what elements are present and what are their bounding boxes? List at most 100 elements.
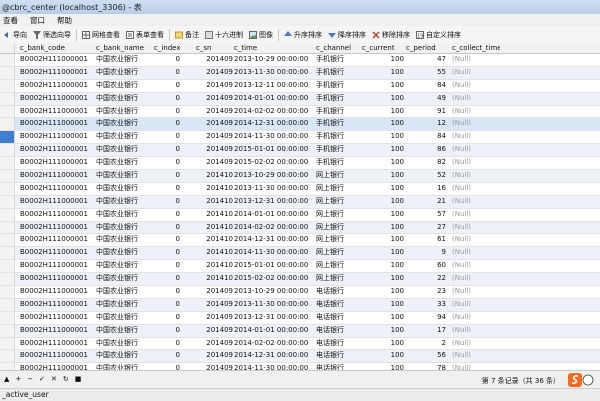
cell-current[interactable]: 100 — [362, 286, 404, 298]
cell-time[interactable]: 2014-01-01 00:00:00 — [234, 209, 310, 221]
cell-current[interactable]: 100 — [362, 209, 404, 221]
table-row[interactable]: B0002H111000001 中国农业银行 0 201409 2013-12-11 0… — [0, 79, 600, 93]
cell-current[interactable]: 100 — [362, 350, 404, 362]
cell-period[interactable]: 9 — [406, 247, 446, 259]
cell-channel[interactable]: 电话银行 — [316, 363, 360, 370]
row-gutter[interactable] — [0, 260, 15, 273]
cell-current[interactable]: 100 — [362, 157, 404, 169]
cell-sn[interactable]: 201410 — [196, 170, 233, 182]
cell-period[interactable]: 84 — [406, 131, 446, 143]
cell-index[interactable]: 0 — [154, 286, 180, 298]
cell-period[interactable]: 21 — [406, 196, 446, 208]
cell-sn[interactable]: 201410 — [196, 183, 233, 195]
cell-time[interactable]: 2014-12-31 00:00:00 — [234, 350, 310, 362]
table-row[interactable]: B0002H111000001 中国农业银行 0 201410 2014-01-01 0… — [0, 208, 600, 222]
cell-collect-time[interactable]: (Null) — [452, 106, 500, 118]
column-header-bank-name[interactable]: c_bank_name — [96, 43, 152, 53]
cell-sn[interactable]: 201409 — [196, 363, 233, 370]
cell-period[interactable]: 57 — [406, 209, 446, 221]
cell-period[interactable]: 22 — [406, 273, 446, 285]
row-gutter[interactable] — [0, 54, 15, 66]
cell-bank-code[interactable]: B0002H111000001 — [20, 273, 92, 285]
column-header-bank-code[interactable]: c_bank_code — [20, 43, 92, 53]
cell-time[interactable]: 2015-01-01 00:00:00 — [234, 260, 310, 272]
cell-bank-code[interactable]: B0002H111000001 — [20, 144, 92, 156]
cell-bank-name[interactable]: 中国农业银行 — [96, 234, 152, 246]
cell-sn[interactable]: 201410 — [196, 247, 233, 259]
row-gutter[interactable] — [0, 324, 15, 337]
cell-collect-time[interactable]: (Null) — [452, 338, 500, 350]
table-row[interactable]: B0002H111000001 中国农业银行 0 201409 2014-02-02 0… — [0, 337, 600, 351]
cell-bank-name[interactable]: 中国农业银行 — [96, 131, 152, 143]
menu-item-view[interactable]: 查看 — [0, 15, 27, 26]
data-grid[interactable]: c_bank_code c_bank_name c_index c_sn c_t… — [0, 43, 600, 370]
cell-channel[interactable]: 手机银行 — [316, 54, 360, 66]
cell-sn[interactable]: 201410 — [196, 196, 233, 208]
table-row[interactable]: B0002H111000001 中国农业银行 0 201409 2014-01-01 0… — [0, 324, 600, 338]
table-row[interactable]: B0002H111000001 中国农业银行 0 201410 2013-10-29 0… — [0, 170, 600, 183]
cell-index[interactable]: 0 — [154, 157, 180, 169]
cell-index[interactable]: 0 — [154, 93, 180, 105]
row-gutter[interactable] — [0, 157, 15, 170]
cell-collect-time[interactable]: (Null) — [452, 196, 500, 208]
cell-current[interactable]: 100 — [362, 106, 404, 118]
cell-index[interactable]: 0 — [154, 196, 180, 208]
cell-index[interactable]: 0 — [154, 260, 180, 272]
cell-bank-code[interactable]: B0002H111000001 — [20, 93, 92, 105]
cell-channel[interactable]: 手机银行 — [316, 106, 360, 118]
cell-collect-time[interactable]: (Null) — [452, 312, 500, 324]
cell-bank-code[interactable]: B0002H111000001 — [20, 363, 92, 370]
cell-time[interactable]: 2013-10-29 00:00:00 — [234, 170, 310, 182]
cell-bank-code[interactable]: B0002H111000001 — [20, 234, 92, 246]
cell-bank-name[interactable]: 中国农业银行 — [96, 67, 152, 79]
cell-current[interactable]: 100 — [362, 131, 404, 143]
cell-channel[interactable]: 网上银行 — [316, 222, 360, 234]
custom-sort-button[interactable]: 19 自定义排序 — [413, 27, 464, 42]
cell-channel[interactable]: 网上银行 — [316, 247, 360, 259]
cell-index[interactable]: 0 — [154, 54, 180, 66]
nav-cancel-icon[interactable]: ✕ — [51, 375, 63, 383]
cell-period[interactable]: 52 — [406, 170, 446, 182]
cell-sn[interactable]: 201410 — [196, 222, 233, 234]
cell-index[interactable]: 0 — [154, 222, 180, 234]
cell-current[interactable]: 100 — [362, 118, 404, 130]
cell-current[interactable]: 100 — [362, 54, 404, 66]
cell-sn[interactable]: 201409 — [196, 286, 233, 298]
cell-channel[interactable]: 手机银行 — [316, 80, 360, 92]
table-row[interactable]: B0002H111000001 中国农业银行 0 201410 2013-11-30 0… — [0, 182, 600, 196]
cell-bank-name[interactable]: 中国农业银行 — [96, 80, 152, 92]
cell-bank-name[interactable]: 中国农业银行 — [96, 338, 152, 350]
cell-collect-time[interactable]: (Null) — [452, 222, 500, 234]
cell-period[interactable]: 49 — [406, 93, 446, 105]
table-row[interactable]: B0002H111000001 中国农业银行 0 201409 2013-10-29 0… — [0, 54, 600, 67]
cell-collect-time[interactable]: (Null) — [452, 54, 500, 66]
cell-channel[interactable]: 网上银行 — [316, 183, 360, 195]
cell-channel[interactable]: 电话银行 — [316, 286, 360, 298]
row-gutter[interactable] — [0, 208, 15, 221]
menu-item-window[interactable]: 窗口 — [27, 15, 54, 26]
cell-bank-code[interactable]: B0002H111000001 — [20, 118, 92, 130]
menu-item-help[interactable]: 帮助 — [54, 15, 81, 26]
cell-collect-time[interactable]: (Null) — [452, 325, 500, 337]
cell-channel[interactable]: 网上银行 — [316, 170, 360, 182]
cell-period[interactable]: 78 — [406, 363, 446, 370]
cell-period[interactable]: 17 — [406, 325, 446, 337]
cell-index[interactable]: 0 — [154, 234, 180, 246]
row-gutter[interactable] — [0, 195, 15, 208]
column-header-time[interactable]: c_time — [234, 43, 310, 53]
cell-current[interactable]: 100 — [362, 183, 404, 195]
cell-sn[interactable]: 201409 — [196, 350, 233, 362]
cell-bank-name[interactable]: 中国农业银行 — [96, 350, 152, 362]
hex-button[interactable]: 十六进制 — [202, 27, 246, 42]
cell-bank-name[interactable]: 中国农业银行 — [96, 325, 152, 337]
cell-channel[interactable]: 手机银行 — [316, 144, 360, 156]
cell-bank-code[interactable]: B0002H111000001 — [20, 54, 92, 66]
cell-index[interactable]: 0 — [154, 350, 180, 362]
table-row[interactable]: B0002H111000001 中国农业银行 0 201410 2014-12-31 0… — [0, 234, 600, 248]
row-gutter[interactable] — [0, 79, 15, 92]
cell-time[interactable]: 2014-12-31 00:00:00 — [234, 118, 310, 130]
cell-bank-code[interactable]: B0002H111000001 — [20, 183, 92, 195]
cell-current[interactable]: 100 — [362, 273, 404, 285]
cell-index[interactable]: 0 — [154, 209, 180, 221]
cell-bank-name[interactable]: 中国农业银行 — [96, 273, 152, 285]
